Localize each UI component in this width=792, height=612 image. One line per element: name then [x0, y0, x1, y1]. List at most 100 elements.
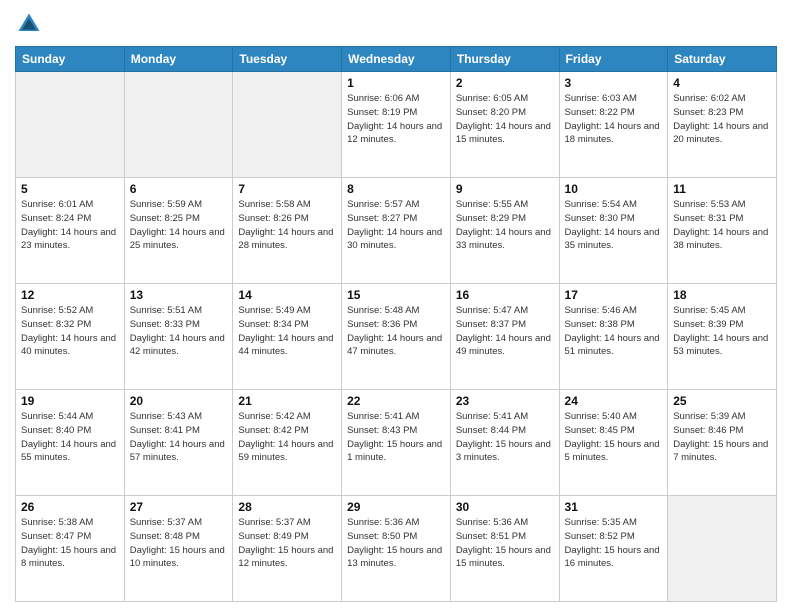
calendar-cell: 3Sunrise: 6:03 AM Sunset: 8:22 PM Daylig…	[559, 72, 668, 178]
calendar-header-row: SundayMondayTuesdayWednesdayThursdayFrid…	[16, 47, 777, 72]
calendar-cell: 21 Sunrise: 5:42 AM Sunset: 8:42 PM Dayli…	[233, 390, 342, 496]
calendar-header-thursday: Thursday	[450, 47, 559, 72]
day-info: Sunrise: 5:49 AM Sunset: 8:34 PM Dayligh…	[238, 304, 336, 359]
day-number: 18	[673, 288, 771, 302]
day-number: 25	[673, 394, 771, 408]
calendar-cell: 5Sunrise: 6:01 AM Sunset: 8:24 PM Daylig…	[16, 178, 125, 284]
calendar-cell: 29 Sunrise: 5:36 AM Sunset: 8:50 PM Dayli…	[342, 496, 451, 602]
day-info: Sunrise: 5:54 AM Sunset: 8:30 PM Dayligh…	[565, 198, 663, 253]
day-info: Sunrise: 5:44 AM Sunset: 8:40 PM Dayligh…	[21, 410, 119, 465]
day-number: 5	[21, 182, 119, 196]
calendar-cell: 31 Sunrise: 5:35 AM Sunset: 8:52 PM Dayli…	[559, 496, 668, 602]
day-number: 14	[238, 288, 336, 302]
calendar-cell: 14 Sunrise: 5:49 AM Sunset: 8:34 PM Dayli…	[233, 284, 342, 390]
calendar-cell: 16 Sunrise: 5:47 AM Sunset: 8:37 PM Dayli…	[450, 284, 559, 390]
day-info: Sunrise: 5:53 AM Sunset: 8:31 PM Dayligh…	[673, 198, 771, 253]
day-number: 13	[130, 288, 228, 302]
calendar-table: SundayMondayTuesdayWednesdayThursdayFrid…	[15, 46, 777, 602]
calendar-week-2: 5Sunrise: 6:01 AM Sunset: 8:24 PM Daylig…	[16, 178, 777, 284]
day-number: 27	[130, 500, 228, 514]
calendar-header-friday: Friday	[559, 47, 668, 72]
calendar-cell: 7 Sunrise: 5:58 AM Sunset: 8:26 PM Daylig…	[233, 178, 342, 284]
calendar-cell: 9Sunrise: 5:55 AM Sunset: 8:29 PM Daylig…	[450, 178, 559, 284]
page: SundayMondayTuesdayWednesdayThursdayFrid…	[0, 0, 792, 612]
calendar-cell: 25 Sunrise: 5:39 AM Sunset: 8:46 PM Dayli…	[668, 390, 777, 496]
day-number: 31	[565, 500, 663, 514]
day-number: 3	[565, 76, 663, 90]
day-info: Sunrise: 5:36 AM Sunset: 8:51 PM Dayligh…	[456, 516, 554, 571]
calendar-cell: 10 Sunrise: 5:54 AM Sunset: 8:30 PM Dayli…	[559, 178, 668, 284]
calendar-header-tuesday: Tuesday	[233, 47, 342, 72]
day-info: Sunrise: 5:47 AM Sunset: 8:37 PM Dayligh…	[456, 304, 554, 359]
day-info: Sunrise: 5:51 AM Sunset: 8:33 PM Dayligh…	[130, 304, 228, 359]
day-number: 15	[347, 288, 445, 302]
day-number: 22	[347, 394, 445, 408]
day-number: 7	[238, 182, 336, 196]
calendar-cell: 20 Sunrise: 5:43 AM Sunset: 8:41 PM Dayli…	[124, 390, 233, 496]
day-number: 29	[347, 500, 445, 514]
calendar-header-monday: Monday	[124, 47, 233, 72]
calendar-cell: 15 Sunrise: 5:48 AM Sunset: 8:36 PM Dayli…	[342, 284, 451, 390]
calendar-cell: 30 Sunrise: 5:36 AM Sunset: 8:51 PM Dayli…	[450, 496, 559, 602]
day-number: 20	[130, 394, 228, 408]
day-info: Sunrise: 5:37 AM Sunset: 8:48 PM Dayligh…	[130, 516, 228, 571]
day-info: Sunrise: 5:39 AM Sunset: 8:46 PM Dayligh…	[673, 410, 771, 465]
day-info: Sunrise: 5:43 AM Sunset: 8:41 PM Dayligh…	[130, 410, 228, 465]
logo-icon	[15, 10, 43, 38]
calendar-cell: 24Sunrise: 5:40 AM Sunset: 8:45 PM Dayli…	[559, 390, 668, 496]
day-info: Sunrise: 5:40 AM Sunset: 8:45 PM Dayligh…	[565, 410, 663, 465]
calendar-cell: 13 Sunrise: 5:51 AM Sunset: 8:33 PM Dayli…	[124, 284, 233, 390]
day-info: Sunrise: 5:41 AM Sunset: 8:44 PM Dayligh…	[456, 410, 554, 465]
calendar-cell: 23 Sunrise: 5:41 AM Sunset: 8:44 PM Dayli…	[450, 390, 559, 496]
header	[15, 10, 777, 38]
calendar-cell: 19 Sunrise: 5:44 AM Sunset: 8:40 PM Dayli…	[16, 390, 125, 496]
day-info: Sunrise: 6:06 AM Sunset: 8:19 PM Dayligh…	[347, 92, 445, 147]
calendar-cell: 4 Sunrise: 6:02 AM Sunset: 8:23 PM Daylig…	[668, 72, 777, 178]
day-info: Sunrise: 5:38 AM Sunset: 8:47 PM Dayligh…	[21, 516, 119, 571]
calendar-week-3: 12 Sunrise: 5:52 AM Sunset: 8:32 PM Dayli…	[16, 284, 777, 390]
calendar-cell: 11 Sunrise: 5:53 AM Sunset: 8:31 PM Dayli…	[668, 178, 777, 284]
calendar-cell: 8Sunrise: 5:57 AM Sunset: 8:27 PM Daylig…	[342, 178, 451, 284]
day-info: Sunrise: 5:42 AM Sunset: 8:42 PM Dayligh…	[238, 410, 336, 465]
calendar-cell: 28 Sunrise: 5:37 AM Sunset: 8:49 PM Dayli…	[233, 496, 342, 602]
calendar-header-saturday: Saturday	[668, 47, 777, 72]
day-number: 10	[565, 182, 663, 196]
calendar-cell	[233, 72, 342, 178]
day-number: 23	[456, 394, 554, 408]
day-number: 19	[21, 394, 119, 408]
calendar-week-4: 19 Sunrise: 5:44 AM Sunset: 8:40 PM Dayli…	[16, 390, 777, 496]
day-info: Sunrise: 5:48 AM Sunset: 8:36 PM Dayligh…	[347, 304, 445, 359]
calendar-week-1: 1Sunrise: 6:06 AM Sunset: 8:19 PM Daylig…	[16, 72, 777, 178]
calendar-cell: 17 Sunrise: 5:46 AM Sunset: 8:38 PM Dayli…	[559, 284, 668, 390]
calendar-cell: 22 Sunrise: 5:41 AM Sunset: 8:43 PM Dayli…	[342, 390, 451, 496]
day-info: Sunrise: 5:45 AM Sunset: 8:39 PM Dayligh…	[673, 304, 771, 359]
day-number: 8	[347, 182, 445, 196]
day-number: 28	[238, 500, 336, 514]
day-number: 16	[456, 288, 554, 302]
day-info: Sunrise: 5:35 AM Sunset: 8:52 PM Dayligh…	[565, 516, 663, 571]
day-info: Sunrise: 6:02 AM Sunset: 8:23 PM Dayligh…	[673, 92, 771, 147]
calendar-cell	[16, 72, 125, 178]
day-number: 26	[21, 500, 119, 514]
day-number: 4	[673, 76, 771, 90]
calendar-cell: 2 Sunrise: 6:05 AM Sunset: 8:20 PM Daylig…	[450, 72, 559, 178]
day-number: 11	[673, 182, 771, 196]
day-info: Sunrise: 5:59 AM Sunset: 8:25 PM Dayligh…	[130, 198, 228, 253]
day-number: 21	[238, 394, 336, 408]
day-info: Sunrise: 5:36 AM Sunset: 8:50 PM Dayligh…	[347, 516, 445, 571]
calendar-cell: 26 Sunrise: 5:38 AM Sunset: 8:47 PM Dayli…	[16, 496, 125, 602]
calendar-week-5: 26 Sunrise: 5:38 AM Sunset: 8:47 PM Dayli…	[16, 496, 777, 602]
calendar-cell: 1Sunrise: 6:06 AM Sunset: 8:19 PM Daylig…	[342, 72, 451, 178]
day-info: Sunrise: 5:58 AM Sunset: 8:26 PM Dayligh…	[238, 198, 336, 253]
calendar-cell: 12 Sunrise: 5:52 AM Sunset: 8:32 PM Dayli…	[16, 284, 125, 390]
calendar-header-sunday: Sunday	[16, 47, 125, 72]
day-number: 2	[456, 76, 554, 90]
day-info: Sunrise: 5:41 AM Sunset: 8:43 PM Dayligh…	[347, 410, 445, 465]
day-info: Sunrise: 5:46 AM Sunset: 8:38 PM Dayligh…	[565, 304, 663, 359]
day-info: Sunrise: 5:52 AM Sunset: 8:32 PM Dayligh…	[21, 304, 119, 359]
day-number: 12	[21, 288, 119, 302]
day-number: 17	[565, 288, 663, 302]
day-number: 30	[456, 500, 554, 514]
day-info: Sunrise: 6:05 AM Sunset: 8:20 PM Dayligh…	[456, 92, 554, 147]
day-info: Sunrise: 5:37 AM Sunset: 8:49 PM Dayligh…	[238, 516, 336, 571]
